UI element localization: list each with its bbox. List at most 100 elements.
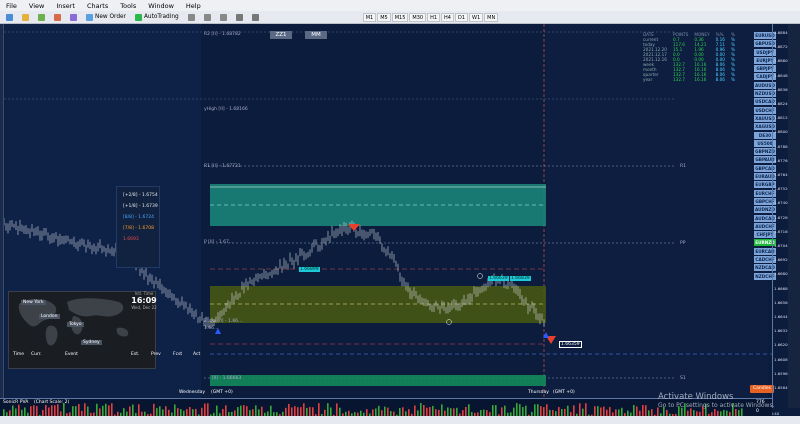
navigator-icon: [54, 13, 61, 21]
volume-bar: [336, 403, 338, 417]
timeframe-button[interactable]: H4: [441, 12, 454, 22]
new-order-icon: [86, 13, 93, 21]
fib-level: [+2/8] - 1.6754: [123, 193, 158, 198]
hline-tool-button[interactable]: [217, 12, 230, 22]
profiles-icon: [22, 13, 29, 21]
clock-time: 16:09: [131, 296, 157, 305]
timeframe-button[interactable]: M15: [391, 12, 409, 22]
calendar-column-label: Act: [193, 352, 201, 357]
calendar-column-label: Est.: [131, 352, 140, 357]
volume-bar: [84, 403, 86, 417]
navigator-button[interactable]: [51, 12, 64, 22]
gmt-label-1: (GMT +0): [211, 390, 233, 395]
calendar-column-label: Fcst: [173, 352, 183, 357]
timeframe-button[interactable]: MN: [484, 12, 499, 22]
menu-item[interactable]: Charts: [81, 2, 114, 10]
price-axis: 1.68840 1.68720 1.68600 1.68480 1.68360 1.682…: [772, 24, 790, 408]
calendar-column-label: Curr.: [31, 352, 42, 357]
mm-button[interactable]: MM: [305, 31, 327, 39]
level-r2: R2 [II] - 1.68782: [204, 32, 241, 37]
volume-bar: [420, 403, 422, 417]
level-zone-mid: ZLow [II] - 1.66...: [204, 319, 243, 324]
menu-item[interactable]: Tools: [114, 2, 142, 10]
level-ptop: P [II] - 1.67...: [204, 240, 234, 245]
calendar-column-label: Event: [65, 352, 78, 357]
volume-bar: [579, 403, 581, 417]
fib-level: 1.6693: [123, 237, 139, 242]
volume-bar: [63, 403, 65, 417]
market-watch-button[interactable]: [35, 12, 48, 22]
fib-level: [7/8] - 1.6708: [123, 226, 154, 231]
fib-level: [+1/8] - 1.6739: [123, 204, 158, 209]
indicator-zero: 0: [756, 409, 759, 414]
level-s1-right: S1: [680, 376, 686, 381]
price-chart[interactable]: ZZ1 MM R2 [II] - 1.68782 yHigh [II] - 1.…: [4, 24, 776, 408]
local-time-box: Intl. Time 16:09 Wed, Dec 22: [128, 289, 160, 315]
level-r1: R1 [II] - 1.67721: [204, 164, 241, 169]
autotrading-label: AutoTrading: [143, 14, 179, 20]
zoom-in-button[interactable]: [233, 12, 246, 22]
menu-item[interactable]: View: [23, 2, 50, 10]
chart-window: ZZ1 MM R2 [II] - 1.68782 yHigh [II] - 1.…: [0, 24, 800, 408]
calendar-column-label: Prev: [151, 352, 161, 357]
new-chart-icon: [6, 13, 13, 21]
timeframe-button[interactable]: D1: [454, 12, 469, 22]
right-scroll-panel[interactable]: [788, 24, 800, 408]
menu-item[interactable]: File: [0, 2, 23, 10]
menu-item[interactable]: Window: [142, 2, 180, 10]
volume-bar: [207, 403, 209, 417]
timeframe-bar: M1 M5 M15 M30 H1 H4 D1 W1 MN: [362, 12, 500, 22]
level-yhigh: yHigh [II] - 1.68166: [204, 107, 248, 112]
new-chart-button[interactable]: [3, 12, 16, 22]
timeframe-button[interactable]: M1: [362, 12, 377, 22]
volume-bar: [111, 403, 113, 417]
market-watch-icon: [38, 13, 45, 21]
crosshair-button[interactable]: [185, 12, 198, 22]
city-label: Tokyo: [67, 322, 84, 327]
zoom-out-button[interactable]: [249, 12, 262, 22]
new-order-button[interactable]: New Order: [83, 12, 129, 22]
profiles-button[interactable]: [19, 12, 32, 22]
price-tag-4: 1.66359: [559, 341, 582, 348]
support-zone: [210, 286, 546, 323]
fib-levels-box: [+2/8] - 1.6754 [+1/8] - 1.6739 [8/8] - 1.…: [116, 186, 160, 268]
price-tag-2: 1.66839: [510, 276, 531, 281]
timeframe-button[interactable]: H1: [427, 12, 441, 22]
fib-level: [8/8] - 1.6724: [123, 215, 154, 220]
new-order-label: New Order: [95, 14, 126, 20]
hline-tool-icon: [219, 13, 227, 21]
menu-item[interactable]: Insert: [50, 2, 81, 10]
timeframe-button[interactable]: M5: [377, 12, 391, 22]
level-zone-lo: 1.66...: [204, 326, 219, 331]
day-thursday: Thursday: [528, 390, 549, 395]
zz1-button[interactable]: ZZ1: [270, 31, 292, 39]
timeframe-button[interactable]: W1: [469, 12, 484, 22]
calendar-column-label: Time: [13, 352, 25, 357]
volume-bar: [318, 403, 320, 417]
status-bar: [0, 416, 800, 424]
stats-cell: 16.16: [694, 77, 707, 82]
gmt-label-2: (GMT +0): [553, 390, 575, 395]
day-wednesday: Wednesday: [179, 390, 206, 395]
price-tag-1: 1.66899: [299, 267, 320, 272]
autotrading-button[interactable]: AutoTrading: [132, 12, 182, 22]
activate-title: Activate Windows: [658, 392, 734, 402]
crosshair-icon: [187, 13, 195, 21]
level-s1: [II] - 1.66663: [212, 376, 242, 381]
line-tool-icon: [203, 13, 211, 21]
volume-bars: [3, 403, 743, 417]
menu-item[interactable]: Help: [180, 2, 207, 10]
terminal-button[interactable]: [67, 12, 80, 22]
volume-bar: [585, 403, 587, 417]
stats-cell: 132.7: [672, 77, 685, 82]
timeframe-button[interactable]: M30: [409, 12, 427, 22]
autotrading-icon: [134, 13, 142, 21]
swing-circle: [477, 273, 483, 279]
zoom-in-icon: [235, 13, 243, 21]
activate-windows-watermark: Activate Windows Go to PC settings to ac…: [658, 392, 775, 409]
volume-bar: [327, 403, 329, 417]
level-pp-right: PP: [680, 241, 686, 246]
indicator-pane: SonicR PVA (Chart Scale: 2) 776 0: [0, 398, 772, 417]
line-tool-button[interactable]: [201, 12, 214, 22]
activate-subtitle: Go to PC settings to activate Windows.: [658, 402, 775, 409]
